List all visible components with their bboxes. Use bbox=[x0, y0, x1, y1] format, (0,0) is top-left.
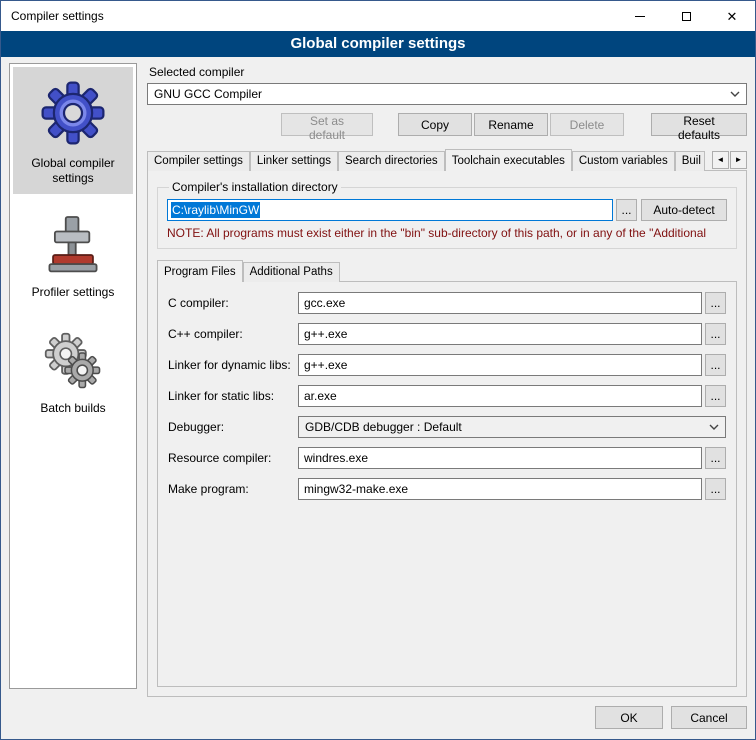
copy-button[interactable]: Copy bbox=[398, 113, 472, 136]
delete-button[interactable]: Delete bbox=[550, 113, 624, 136]
static-linker-input[interactable] bbox=[298, 385, 702, 407]
auto-detect-button[interactable]: Auto-detect bbox=[641, 199, 727, 221]
make-program-browse-button[interactable]: ... bbox=[705, 478, 726, 500]
selected-compiler-dropdown[interactable]: GNU GCC Compiler bbox=[147, 83, 747, 105]
sidebar-item-global-compiler-settings[interactable]: Global compiler settings bbox=[13, 67, 133, 194]
compiler-actions: Set as default Copy Rename Delete Reset … bbox=[147, 113, 747, 136]
c-compiler-label: C compiler: bbox=[168, 296, 298, 310]
cpp-compiler-label: C++ compiler: bbox=[168, 327, 298, 341]
installation-directory-group-title: Compiler's installation directory bbox=[169, 180, 341, 194]
reset-defaults-button[interactable]: Reset defaults bbox=[651, 113, 747, 136]
dynamic-linker-input[interactable] bbox=[298, 354, 702, 376]
cancel-button[interactable]: Cancel bbox=[671, 706, 747, 729]
arrow-right-icon: ► bbox=[735, 155, 743, 164]
tab-program-files[interactable]: Program Files bbox=[157, 260, 243, 282]
sidebar-item-label: Profiler settings bbox=[32, 285, 115, 300]
chevron-down-icon bbox=[730, 91, 740, 97]
rename-button[interactable]: Rename bbox=[474, 113, 548, 136]
sidebar-item-label: Global compiler settings bbox=[15, 156, 131, 186]
dialog-footer: OK Cancel bbox=[1, 697, 755, 739]
form-row-c-compiler: C compiler: ... bbox=[168, 292, 726, 314]
form-row-make-program: Make program: ... bbox=[168, 478, 726, 500]
tab-scroll-left-button[interactable]: ◄ bbox=[712, 151, 729, 169]
make-program-input[interactable] bbox=[298, 478, 702, 500]
profiler-tool-icon bbox=[44, 214, 102, 278]
blue-gear-icon bbox=[37, 77, 109, 149]
installation-directory-value: C:\raylib\MinGW bbox=[171, 202, 260, 218]
compiler-settings-window: Compiler settings ✕ Global compiler sett… bbox=[0, 0, 756, 740]
form-row-cpp-compiler: C++ compiler: ... bbox=[168, 323, 726, 345]
dynamic-linker-label: Linker for dynamic libs: bbox=[168, 358, 298, 372]
tab-scroll-buttons: ◄ ► bbox=[712, 151, 747, 169]
resource-compiler-browse-button[interactable]: ... bbox=[705, 447, 726, 469]
form-row-dynamic-linker: Linker for dynamic libs: ... bbox=[168, 354, 726, 376]
program-files-tab-bar: Program Files Additional Paths bbox=[157, 259, 737, 282]
selected-compiler-label: Selected compiler bbox=[149, 65, 747, 79]
main-panel: Selected compiler GNU GCC Compiler Set a… bbox=[147, 63, 747, 697]
dynamic-linker-browse-button[interactable]: ... bbox=[705, 354, 726, 376]
caption-buttons: ✕ bbox=[617, 1, 755, 31]
resource-compiler-input[interactable] bbox=[298, 447, 702, 469]
sidebar-item-profiler-settings[interactable]: Profiler settings bbox=[13, 204, 133, 308]
toolchain-executables-panel: Compiler's installation directory C:\ray… bbox=[147, 170, 747, 697]
cpp-compiler-browse-button[interactable]: ... bbox=[705, 323, 726, 345]
selected-compiler-value: GNU GCC Compiler bbox=[154, 87, 262, 101]
settings-tab-bar: Compiler settings Linker settings Search… bbox=[147, 148, 747, 171]
tab-search-directories[interactable]: Search directories bbox=[338, 151, 445, 171]
installation-directory-group: Compiler's installation directory C:\ray… bbox=[157, 180, 737, 249]
c-compiler-browse-button[interactable]: ... bbox=[705, 292, 726, 314]
tab-build-options[interactable]: Buil bbox=[675, 151, 705, 171]
bin-subdirectory-note: NOTE: All programs must exist either in … bbox=[167, 226, 727, 240]
tab-linker-settings[interactable]: Linker settings bbox=[250, 151, 338, 171]
minimize-button[interactable] bbox=[617, 1, 663, 31]
form-row-resource-compiler: Resource compiler: ... bbox=[168, 447, 726, 469]
tab-toolchain-executables[interactable]: Toolchain executables bbox=[445, 149, 572, 171]
tab-compiler-settings[interactable]: Compiler settings bbox=[147, 151, 250, 171]
static-linker-label: Linker for static libs: bbox=[168, 389, 298, 403]
window-title: Compiler settings bbox=[1, 9, 104, 23]
sidebar-item-batch-builds[interactable]: Batch builds bbox=[13, 318, 133, 424]
arrow-left-icon: ◄ bbox=[717, 155, 725, 164]
maximize-button[interactable] bbox=[663, 1, 709, 31]
installation-directory-browse-button[interactable]: ... bbox=[616, 199, 637, 221]
form-row-static-linker: Linker for static libs: ... bbox=[168, 385, 726, 407]
tab-scroll-right-button[interactable]: ► bbox=[730, 151, 747, 169]
sidebar-item-label: Batch builds bbox=[40, 401, 105, 416]
static-linker-browse-button[interactable]: ... bbox=[705, 385, 726, 407]
installation-directory-row: C:\raylib\MinGW ... Auto-detect bbox=[167, 199, 727, 221]
debugger-label: Debugger: bbox=[168, 420, 298, 434]
resource-compiler-label: Resource compiler: bbox=[168, 451, 298, 465]
chevron-down-icon bbox=[709, 424, 719, 430]
dialog-body: Global compiler settings Profiler settin… bbox=[1, 57, 755, 697]
close-button[interactable]: ✕ bbox=[709, 1, 755, 31]
make-program-label: Make program: bbox=[168, 482, 298, 496]
close-icon: ✕ bbox=[727, 10, 738, 23]
minimize-icon bbox=[635, 16, 645, 17]
cpp-compiler-input[interactable] bbox=[298, 323, 702, 345]
installation-directory-input[interactable]: C:\raylib\MinGW bbox=[167, 199, 613, 221]
debugger-dropdown[interactable]: GDB/CDB debugger : Default bbox=[298, 416, 726, 438]
titlebar[interactable]: Compiler settings ✕ bbox=[1, 1, 755, 31]
program-files-panel: C compiler: ... C++ compiler: ... Linker… bbox=[157, 281, 737, 687]
category-list: Global compiler settings Profiler settin… bbox=[9, 63, 137, 689]
maximize-icon bbox=[682, 12, 691, 21]
ok-button[interactable]: OK bbox=[595, 706, 663, 729]
gray-gears-icon bbox=[40, 328, 106, 394]
dialog-banner: Global compiler settings bbox=[1, 31, 755, 57]
c-compiler-input[interactable] bbox=[298, 292, 702, 314]
form-row-debugger: Debugger: GDB/CDB debugger : Default bbox=[168, 416, 726, 438]
tab-custom-variables[interactable]: Custom variables bbox=[572, 151, 675, 171]
debugger-value: GDB/CDB debugger : Default bbox=[305, 420, 462, 434]
set-as-default-button[interactable]: Set as default bbox=[281, 113, 373, 136]
tab-additional-paths[interactable]: Additional Paths bbox=[243, 262, 340, 282]
